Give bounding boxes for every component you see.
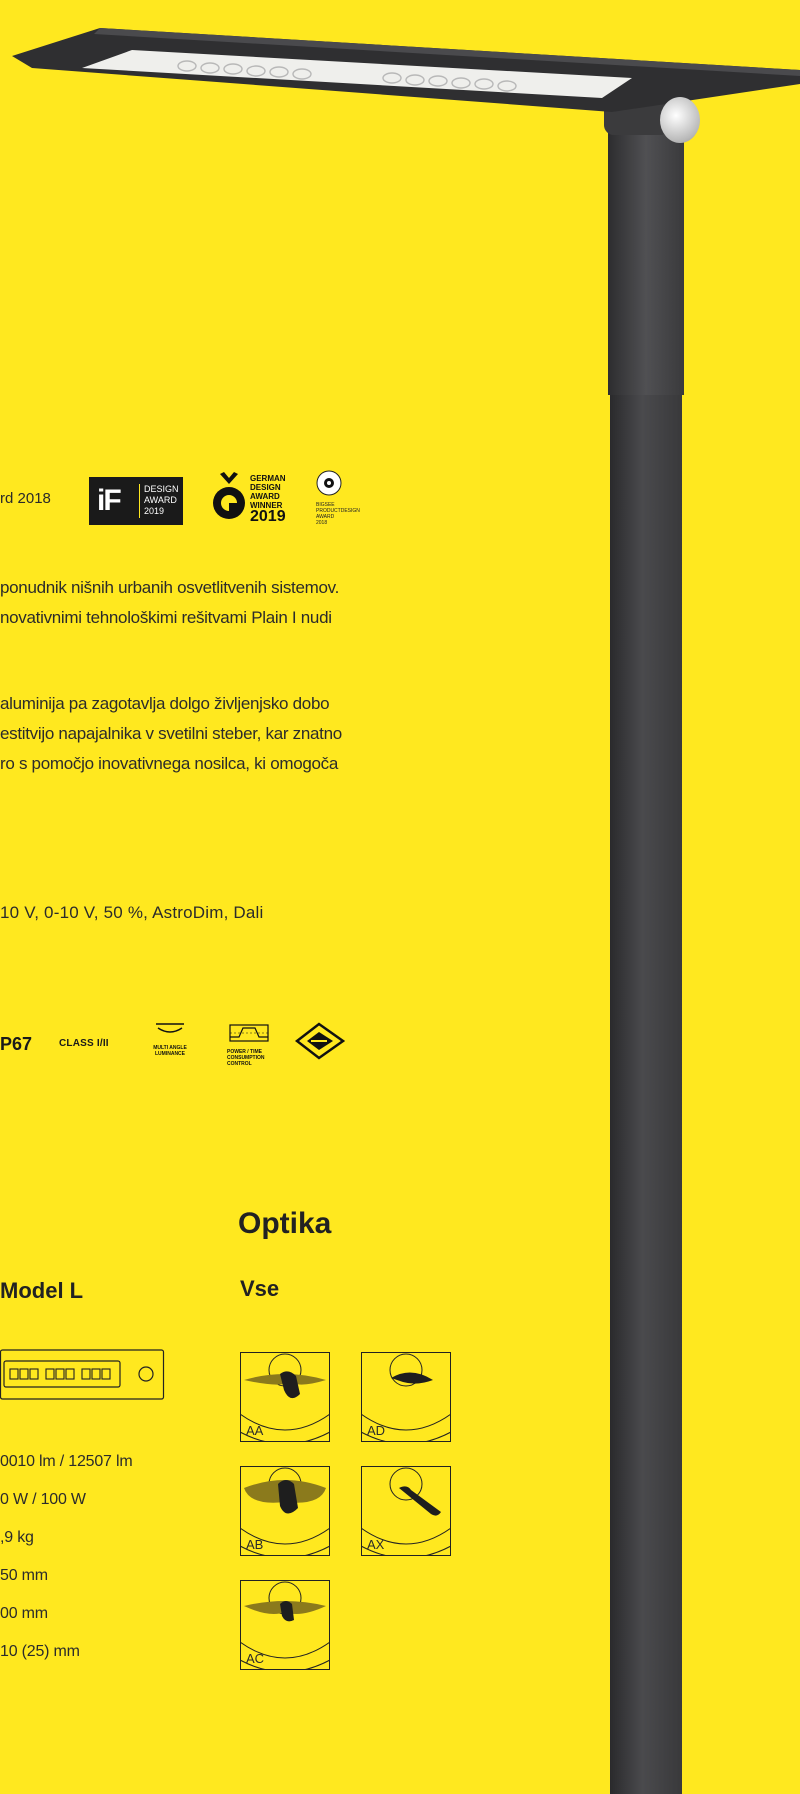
german-design-award-year: 2019 bbox=[250, 508, 286, 525]
if-mark: iF bbox=[97, 484, 122, 517]
award-caption: rd 2018 bbox=[0, 490, 51, 507]
spec-length: 50 mm bbox=[0, 1567, 48, 1584]
if-award-text: DESIGN AWARD 2019 bbox=[139, 484, 179, 518]
if-design-award-logo: iF DESIGN AWARD 2019 bbox=[89, 477, 183, 525]
bigsee-icon bbox=[316, 470, 342, 496]
multi-angle-luminance-icon: MULTI ANGLE LUMINANCE bbox=[148, 1020, 192, 1057]
optic-ad[interactable]: AD bbox=[360, 1352, 452, 1445]
intro-paragraph: ponudnik nišnih urbanih osvetlitvenih si… bbox=[0, 578, 340, 627]
german-design-award-icon bbox=[213, 472, 245, 519]
optic-aa[interactable]: AA bbox=[239, 1352, 331, 1445]
bigsee-award-text: BIGSEE PRODUCTDESIGN AWARD 2018 bbox=[316, 502, 360, 526]
eac-icon bbox=[295, 1022, 345, 1060]
description-paragraph: aluminija pa zagotavlja dolgo življenjsk… bbox=[0, 694, 342, 773]
bigsee-award-logo: BIGSEE PRODUCTDESIGN AWARD 2018 bbox=[316, 470, 386, 526]
model-heading: Model L bbox=[0, 1278, 84, 1303]
power-time-control-icon: POWER / TIME CONSUMPTION CONTROL bbox=[227, 1022, 271, 1067]
german-design-award-text: GERMAN DESIGN AWARD WINNER bbox=[250, 474, 286, 510]
dimming-options: 10 V, 0-10 V, 50 %, AstroDim, Dali bbox=[0, 903, 264, 922]
optic-ax[interactable]: AX bbox=[360, 1466, 452, 1559]
spec-height: 10 (25) mm bbox=[0, 1643, 80, 1660]
optika-heading: Optika bbox=[238, 1207, 332, 1240]
light-pole bbox=[610, 380, 682, 1794]
spec-lumen: 0010 lm / 12507 lm bbox=[0, 1453, 133, 1470]
german-design-award-logo: GERMAN DESIGN AWARD WINNER 2019 bbox=[210, 472, 290, 528]
ip-rating: P67 bbox=[0, 1034, 33, 1054]
optic-ab[interactable]: AB bbox=[239, 1466, 331, 1559]
optic-ac[interactable]: AC bbox=[239, 1580, 331, 1673]
model-l-schematic bbox=[0, 1349, 165, 1400]
pole-sleeve bbox=[608, 110, 684, 395]
spec-width: 00 mm bbox=[0, 1605, 48, 1622]
pole-knob bbox=[660, 97, 700, 143]
vse-heading: Vse bbox=[240, 1276, 280, 1301]
spec-weight: ,9 kg bbox=[0, 1529, 34, 1546]
spec-power: 0 W / 100 W bbox=[0, 1491, 86, 1508]
protection-class: CLASS I/II bbox=[59, 1038, 109, 1049]
